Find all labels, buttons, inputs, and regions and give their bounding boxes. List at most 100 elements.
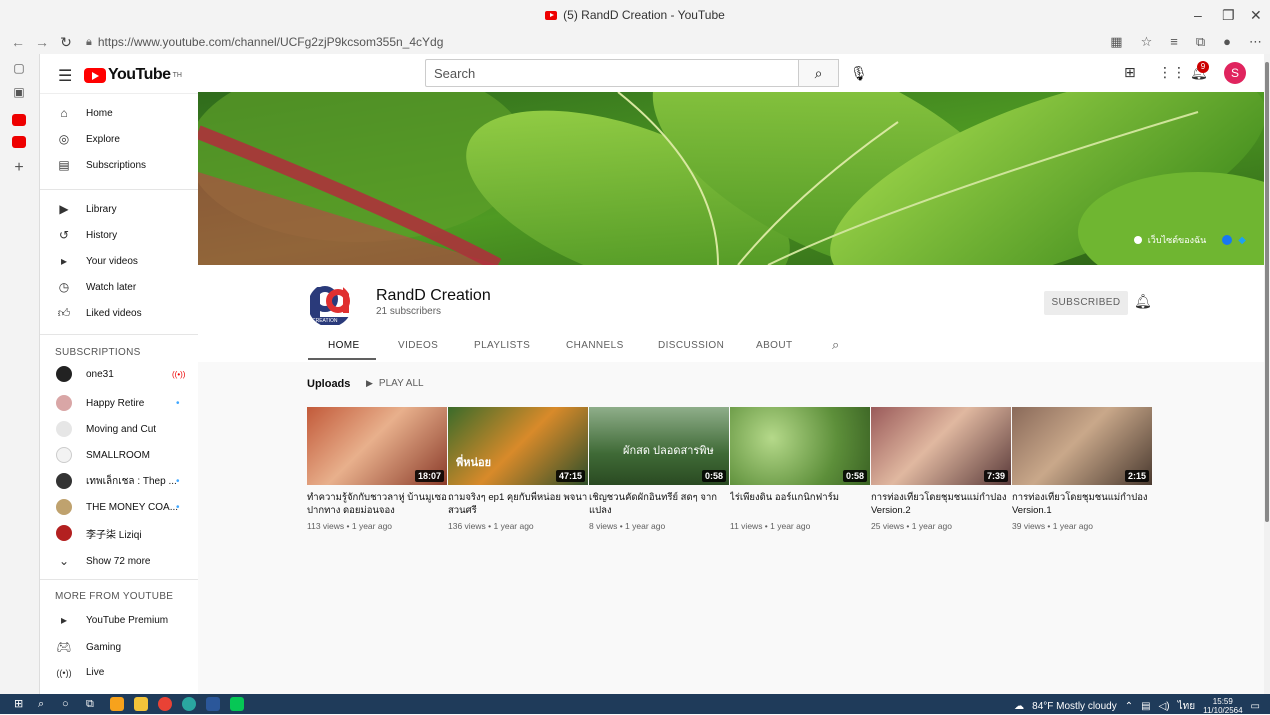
- cortana-icon[interactable]: ○: [62, 697, 76, 711]
- channel-search-icon[interactable]: ⌕: [832, 337, 840, 353]
- sidebar-item-liked-videos[interactable]: 👍︎ Liked videos: [56, 306, 142, 321]
- play-all-button[interactable]: ▶ PLAY ALL: [366, 378, 424, 389]
- url-field[interactable]: https://www.youtube.com/channel/UCFg2zjP…: [98, 35, 444, 49]
- close-icon[interactable]: ✕: [1250, 7, 1262, 24]
- sidebar-item-explore[interactable]: ◎ Explore: [56, 132, 120, 146]
- tab-youtube-icon[interactable]: [12, 114, 26, 126]
- chrome-icon[interactable]: [158, 697, 172, 711]
- minimize-icon[interactable]: –: [1194, 7, 1202, 23]
- video-title[interactable]: ทำความรู้จักกับชาวลาหู่ บ้านมูเซอปากทาง …: [307, 491, 447, 517]
- avatar[interactable]: S: [1224, 62, 1246, 84]
- notification-bell-icon[interactable]: 🔔︎: [1134, 293, 1152, 310]
- video-thumbnail[interactable]: 2:15: [1012, 407, 1152, 485]
- youtube-logo[interactable]: YouTube TH: [84, 66, 182, 84]
- sidebar-item-live[interactable]: ((•)) Live: [56, 667, 104, 678]
- tab-actions-icon[interactable]: ▢: [12, 62, 26, 74]
- line-icon[interactable]: [230, 697, 244, 711]
- tab-playlists[interactable]: PLAYLISTS: [474, 340, 530, 351]
- sidebar: ⌂ Home ◎ Explore ▤ Subscriptions ▶ Library ↺…: [40, 94, 198, 694]
- show-more-button[interactable]: ⌄ Show 72 more: [56, 554, 151, 568]
- video-card[interactable]: พี่หน่อย 47:15 ถามจริงๆ ep1 คุยกับพี่หน่…: [448, 407, 588, 531]
- reader-view-icon[interactable]: ▦: [1110, 34, 1122, 50]
- page-scrollbar[interactable]: [1264, 54, 1270, 694]
- video-thumbnail[interactable]: พี่หน่อย 47:15: [448, 407, 588, 485]
- video-title[interactable]: ไร่เพียงดิน ออร์แกนิกฟาร์ม: [730, 491, 870, 517]
- tab-home[interactable]: HOME: [328, 340, 360, 351]
- sidebar-subscription-the-money-coach[interactable]: THE MONEY COA... •: [56, 499, 180, 515]
- sidebar-item-history[interactable]: ↺ History: [56, 228, 117, 242]
- new-tab-icon[interactable]: +: [12, 160, 26, 176]
- banner-website-link[interactable]: เว็บไซต์ของฉัน: [1148, 233, 1207, 247]
- video-card[interactable]: 0:58 ไร่เพียงดิน ออร์แกนิกฟาร์ม 11 views…: [730, 407, 870, 531]
- file-explorer-icon[interactable]: [134, 697, 148, 711]
- chevron-up-icon[interactable]: ⌃: [1125, 701, 1133, 712]
- word-icon[interactable]: [206, 697, 220, 711]
- create-video-icon[interactable]: ⊞: [1124, 64, 1136, 81]
- video-title[interactable]: เชิญชวนคัดผักอินทรีย์ สดๆ จากแปลง: [589, 491, 729, 517]
- video-thumbnail[interactable]: 0:58: [730, 407, 870, 485]
- apps-icon[interactable]: ⋮⋮: [1158, 64, 1186, 81]
- sidebar-subscription-thep[interactable]: เทพเล็กเชล : Thep ... •: [56, 473, 180, 489]
- video-title[interactable]: ถามจริงๆ ep1 คุยกับพี่หน่อย พจนา สวนศรี: [448, 491, 588, 517]
- collections-icon[interactable]: ⧉: [1196, 34, 1205, 50]
- network-icon[interactable]: ▤: [1141, 701, 1150, 712]
- sidebar-subscription-smallroom[interactable]: SMALLROOM: [56, 447, 150, 463]
- forward-icon[interactable]: →: [30, 34, 54, 50]
- scrollbar-thumb[interactable]: [1265, 62, 1269, 522]
- profile-icon[interactable]: ●: [1223, 34, 1231, 50]
- menu-icon[interactable]: ☰: [58, 66, 72, 86]
- microphone-icon[interactable]: 🎙︎: [850, 65, 868, 82]
- tab-channels[interactable]: CHANNELS: [566, 340, 624, 351]
- action-center-icon[interactable]: ▭: [1251, 701, 1260, 712]
- search-icon[interactable]: ⌕: [38, 697, 52, 711]
- sidebar-item-youtube-premium[interactable]: ▸ YouTube Premium: [56, 613, 168, 627]
- facebook-icon[interactable]: [1222, 235, 1233, 245]
- more-menu-icon[interactable]: ⋯: [1249, 34, 1262, 50]
- sidebar-subscription-liziqi[interactable]: 李子柒 Liziqi: [56, 525, 142, 541]
- windows-start-icon[interactable]: ⊞: [14, 697, 28, 711]
- sidebar-item-home[interactable]: ⌂ Home: [56, 106, 112, 120]
- tab-youtube-active-icon[interactable]: [12, 136, 26, 148]
- tab-videos[interactable]: VIDEOS: [398, 340, 438, 351]
- divider: [40, 334, 198, 335]
- video-card[interactable]: ผักสด ปลอดสารพิษ 0:58 เชิญชวนคัดผักอินทร…: [589, 407, 729, 531]
- active-tab-indicator: [308, 358, 376, 360]
- sidebar-item-library[interactable]: ▶ Library: [56, 202, 116, 216]
- edge-icon[interactable]: [182, 697, 196, 711]
- language-indicator[interactable]: ไทย: [1178, 699, 1195, 714]
- maximize-icon[interactable]: ❐: [1222, 7, 1235, 24]
- reload-icon[interactable]: ↻: [54, 34, 78, 51]
- favorites-icon[interactable]: ≡: [1170, 34, 1178, 50]
- sidebar-item-subscriptions[interactable]: ▤ Subscriptions: [56, 158, 146, 172]
- divider: [40, 579, 198, 580]
- volume-icon[interactable]: ◁): [1159, 701, 1170, 712]
- sidebar-subscription-happy-retire[interactable]: Happy Retire •: [56, 395, 180, 411]
- video-thumbnail[interactable]: 18:07: [307, 407, 447, 485]
- tab-discussion[interactable]: DISCUSSION: [658, 340, 724, 351]
- video-card[interactable]: 2:15 การท่องเที่ยวโดยชุมชนแม่กำปอง Versi…: [1012, 407, 1152, 531]
- video-card[interactable]: 18:07 ทำความรู้จักกับชาวลาหู่ บ้านมูเซอป…: [307, 407, 447, 531]
- tab-page-icon[interactable]: ▣: [12, 86, 26, 98]
- uploads-heading[interactable]: Uploads: [307, 378, 350, 390]
- app-icon[interactable]: [110, 697, 124, 711]
- sidebar-item-watch-later[interactable]: ◷ Watch later: [56, 280, 136, 294]
- add-favorite-icon[interactable]: ☆: [1141, 34, 1153, 50]
- sidebar-item-your-videos[interactable]: ▸ Your videos: [56, 254, 138, 268]
- video-thumbnail[interactable]: 7:39: [871, 407, 1011, 485]
- back-icon[interactable]: ←: [6, 34, 30, 50]
- sidebar-item-gaming[interactable]: 🎮︎ Gaming: [56, 640, 121, 654]
- subscribed-button[interactable]: SUBSCRIBED: [1044, 291, 1128, 315]
- sidebar-subscription-moving-and-cut[interactable]: Moving and Cut: [56, 421, 156, 437]
- clock[interactable]: 15:59 11/10/2564: [1203, 697, 1242, 715]
- tab-about[interactable]: ABOUT: [756, 340, 792, 351]
- video-card[interactable]: 7:39 การท่องเที่ยวโดยชุมชนแม่กำปอง Versi…: [871, 407, 1011, 531]
- search-input[interactable]: Search: [425, 59, 799, 87]
- sidebar-subscription-one31[interactable]: one31 ((•)): [56, 366, 185, 382]
- video-thumbnail[interactable]: ผักสด ปลอดสารพิษ 0:58: [589, 407, 729, 485]
- weather-text[interactable]: 84°F Mostly cloudy: [1032, 701, 1117, 712]
- task-view-icon[interactable]: ⧉: [86, 697, 100, 711]
- twitter-icon[interactable]: ◆: [1238, 235, 1246, 246]
- video-title[interactable]: การท่องเที่ยวโดยชุมชนแม่กำปอง Version.1: [1012, 491, 1152, 517]
- video-title[interactable]: การท่องเที่ยวโดยชุมชนแม่กำปอง Version.2: [871, 491, 1011, 517]
- search-button[interactable]: ⌕: [799, 59, 839, 87]
